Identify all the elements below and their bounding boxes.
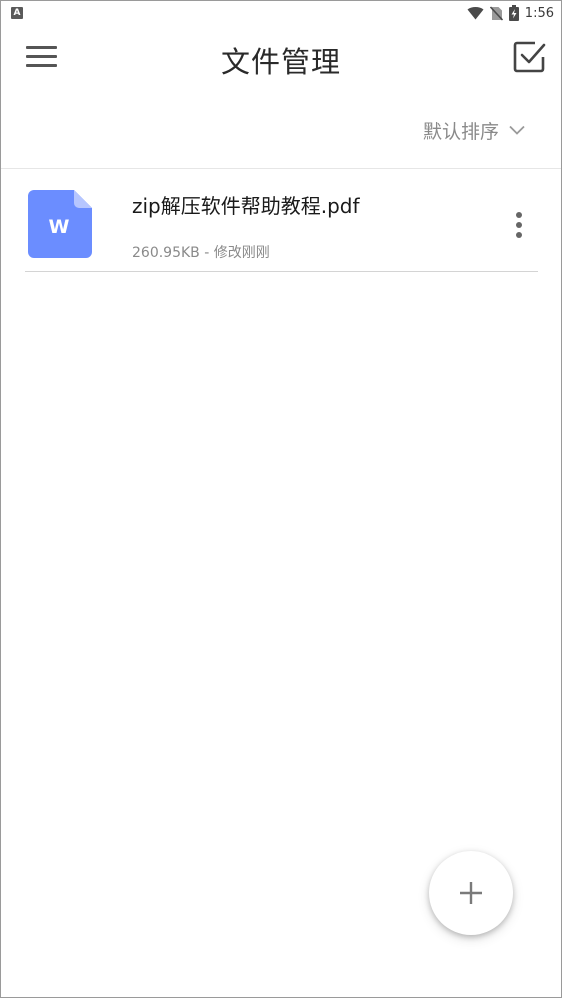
status-time: 1:56 [524, 5, 554, 21]
file-list-item[interactable]: W zip解压软件帮助教程.pdf 260.95KB - 修改刚刚 [1, 169, 561, 272]
battery-charging-icon [508, 5, 519, 21]
notification-app-icon: A [11, 7, 23, 19]
no-sim-icon [489, 5, 503, 21]
sort-label: 默认排序 [422, 120, 499, 143]
status-bar: A 1:56 [1, 1, 561, 25]
file-meta: 260.95KB - 修改刚刚 [132, 245, 270, 261]
chevron-down-icon [509, 125, 525, 135]
more-options-icon[interactable] [506, 207, 534, 243]
page-title: 文件管理 [220, 45, 341, 79]
word-document-icon: W [28, 190, 92, 258]
status-icons: 1:56 [467, 4, 554, 22]
checkbox-select-icon[interactable] [511, 39, 547, 75]
sort-dropdown[interactable]: 默认排序 [423, 115, 525, 145]
toolbar: 文件管理 [1, 25, 561, 91]
add-button[interactable] [429, 851, 513, 935]
file-icon-letter: W [49, 216, 70, 238]
wifi-icon [467, 7, 484, 20]
file-name: zip解压软件帮助教程.pdf [132, 194, 360, 218]
file-manager-screen: A 1:56 文件管理 默认排序 W zip解压软件帮助教程.pdf 260.9… [0, 0, 562, 998]
item-divider [25, 271, 538, 272]
plus-icon [460, 882, 482, 904]
